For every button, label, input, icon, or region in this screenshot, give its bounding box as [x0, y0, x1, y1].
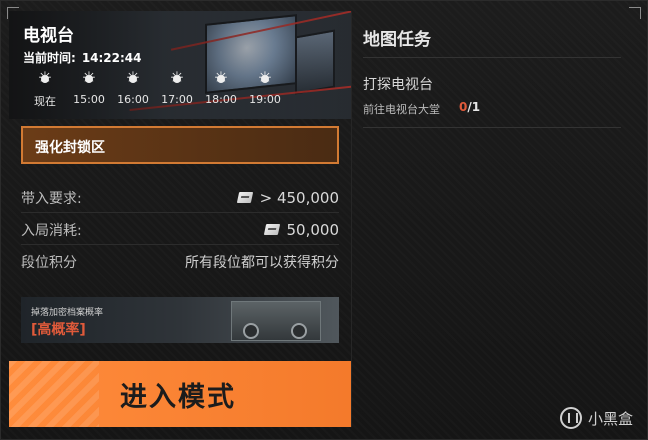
current-time-label: 当前时间:	[23, 51, 76, 65]
task-divider	[363, 127, 621, 128]
current-time: 当前时间: 14:22:44	[23, 49, 142, 66]
weather-slot-label: 19:00	[249, 93, 281, 106]
tape-reel-icon	[243, 323, 259, 339]
map-tasks-title: 地图任务	[363, 30, 431, 50]
currency-icon	[236, 192, 253, 203]
task-detail: 前往电视台大堂	[363, 103, 440, 116]
entry-cost-row: 入局消耗: 50,000	[21, 215, 339, 245]
panel-divider	[351, 11, 352, 427]
map-tasks-panel: 地图任务 打探电视台 前往电视台大堂 0/1	[351, 11, 635, 427]
weather-slot: 19:00	[243, 68, 287, 113]
task-name: 打探电视台	[363, 77, 433, 93]
weather-forecast: 现在 15:00 16:00 17:00 18:00 19:00	[23, 68, 287, 113]
entry-cost-value-group: 50,000	[263, 220, 340, 239]
current-time-value: 14:22:44	[81, 51, 142, 65]
weather-slot-label: 18:00	[205, 93, 237, 106]
enter-mode-button[interactable]: ​ 进入模式	[9, 361, 351, 427]
sun-icon	[169, 68, 185, 88]
sun-icon	[213, 68, 229, 88]
entry-cost-label: 入局消耗:	[21, 222, 82, 239]
weather-slot: 15:00	[67, 68, 111, 113]
location-banner: 电视台 当前时间: 14:22:44 现在 15:00 16:00 17:00 1…	[9, 11, 351, 119]
location-title: 电视台	[23, 26, 74, 46]
weather-slot: 16:00	[111, 68, 155, 113]
title-divider	[363, 57, 621, 58]
task-progress: 0/1	[459, 100, 480, 114]
weather-slot: 18:00	[199, 68, 243, 113]
carry-requirement-value-group: > 450,000	[236, 188, 339, 207]
carry-requirement-row: 带入要求: > 450,000	[21, 183, 339, 213]
weather-slot-label: 现在	[34, 95, 56, 108]
watermark: 小黑盒	[559, 407, 633, 429]
zone-difficulty-badge: 强化封锁区	[21, 126, 339, 164]
game-panel: 电视台 当前时间: 14:22:44 现在 15:00 16:00 17:00 1…	[0, 0, 648, 440]
drop-rate-title: 掉落加密档案概率	[31, 308, 104, 318]
enter-mode-label: 进入模式	[120, 382, 236, 413]
sun-icon	[81, 68, 97, 88]
sun-icon	[257, 68, 273, 88]
watermark-text: 小黑盒	[587, 409, 633, 428]
drop-rate-card: 掉落加密档案概率 [高概率]	[21, 297, 339, 343]
task-progress-total: /1	[467, 100, 481, 114]
carry-requirement-label: 带入要求:	[21, 190, 82, 207]
weather-slot-label: 15:00	[73, 93, 105, 106]
carry-requirement-value: > 450,000	[259, 188, 339, 207]
rank-points-value: 所有段位都可以获得积分	[185, 255, 339, 271]
button-stripe-pattern	[9, 361, 99, 427]
entry-cost-value: 50,000	[286, 220, 340, 239]
weather-slot-label: 17:00	[161, 93, 193, 106]
mode-details-panel: 电视台 当前时间: 14:22:44 现在 15:00 16:00 17:00 1…	[9, 11, 351, 427]
weather-slot: 17:00	[155, 68, 199, 113]
sun-icon	[37, 68, 53, 88]
sun-icon	[125, 68, 141, 88]
rank-points-row: 段位积分 所有段位都可以获得积分	[21, 247, 339, 277]
weather-slot-label: 16:00	[117, 93, 149, 106]
rank-points-label: 段位积分	[21, 255, 77, 271]
drop-rate-value: [高概率]	[31, 322, 86, 338]
weather-slot: 现在	[23, 68, 67, 113]
tape-reel-icon	[291, 323, 307, 339]
currency-icon	[263, 224, 280, 235]
heybox-logo-icon	[559, 407, 582, 429]
